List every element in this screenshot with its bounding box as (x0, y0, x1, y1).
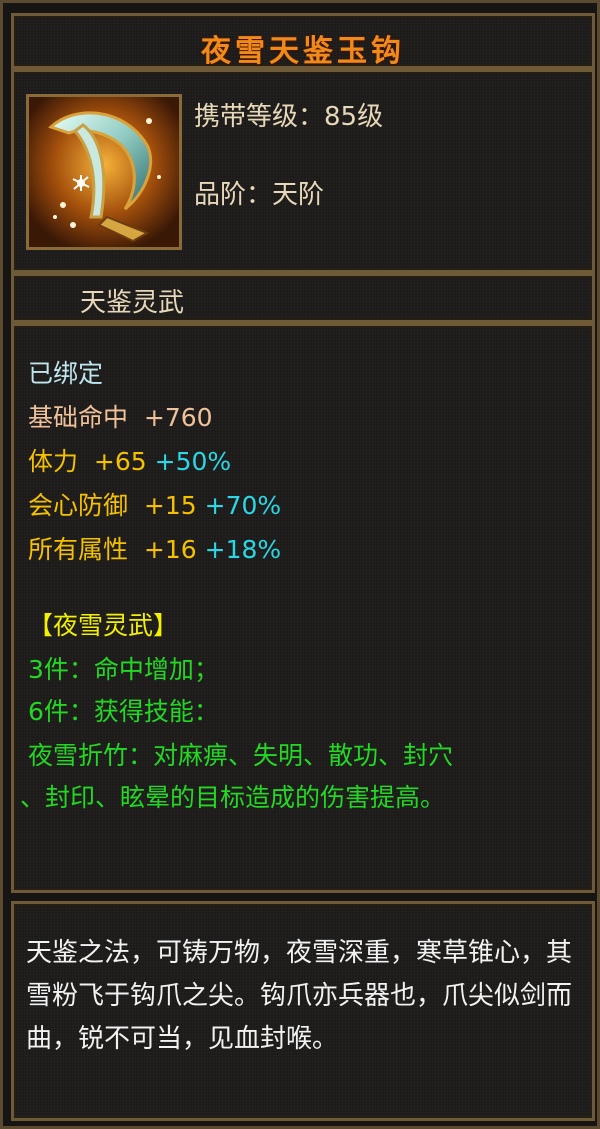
set-skill-line: 、封印、眩晕的目标造成的伤害提高。 (20, 783, 446, 812)
stat-value: +65 (93, 447, 147, 476)
set-name: 【夜雪灵武】 (28, 611, 179, 640)
stat-row: 体力 +65 +50% (28, 442, 231, 478)
stat-bonus: +50% (154, 447, 232, 476)
category-bar: 天鉴灵武 (11, 273, 595, 323)
stat-name: 基础命中 (28, 403, 129, 432)
stat-name: 会心防御 (28, 491, 129, 520)
stat-value: +16 (143, 535, 197, 564)
stat-bonus: +18% (204, 535, 282, 564)
item-description: 天鉴之法，可铸万物，夜雪深重，寒草锥心，其雪粉飞于钩爪之尖。钩爪亦兵器也，爪尖似… (26, 938, 573, 1054)
stat-value: +760 (143, 403, 213, 432)
jade-hook-weapon-icon (26, 94, 182, 250)
stat-row: 所有属性 +16 +18% (28, 530, 281, 566)
item-tooltip: 夜雪天鉴玉钩 携带等级：85级 品阶：天阶 天鉴灵武 已绑定 基础命中 +760… (0, 0, 600, 1129)
set-bonus-3: 3件：命中增加； (28, 655, 219, 684)
stat-value: +15 (143, 491, 197, 520)
item-category: 天鉴灵武 (80, 288, 185, 318)
stat-row: 会心防御 +15 +70% (28, 486, 281, 522)
stat-bonus: +70% (204, 491, 282, 520)
title-bar: 夜雪天鉴玉钩 (11, 13, 595, 69)
set-skill-line: 夜雪折竹：对麻痹、失明、散功、封穴 (28, 741, 454, 770)
stat-row: 基础命中 +760 (28, 398, 213, 434)
description-panel: 天鉴之法，可铸万物，夜雪深重，寒草锥心，其雪粉飞于钩爪之尖。钩爪亦兵器也，爪尖似… (11, 901, 595, 1121)
item-title: 夜雪天鉴玉钩 (201, 34, 405, 69)
stats-panel: 已绑定 基础命中 +760 体力 +65 +50% 会心防御 +15 +70% … (11, 323, 595, 893)
stat-name: 所有属性 (28, 535, 129, 564)
carry-level: 携带等级：85级 (194, 102, 384, 132)
bound-status: 已绑定 (28, 359, 104, 388)
set-bonus-6: 6件：获得技能： (28, 697, 219, 726)
item-header: 携带等级：85级 品阶：天阶 (11, 69, 595, 273)
item-grade: 品阶：天阶 (194, 180, 325, 210)
stat-name: 体力 (28, 447, 79, 476)
